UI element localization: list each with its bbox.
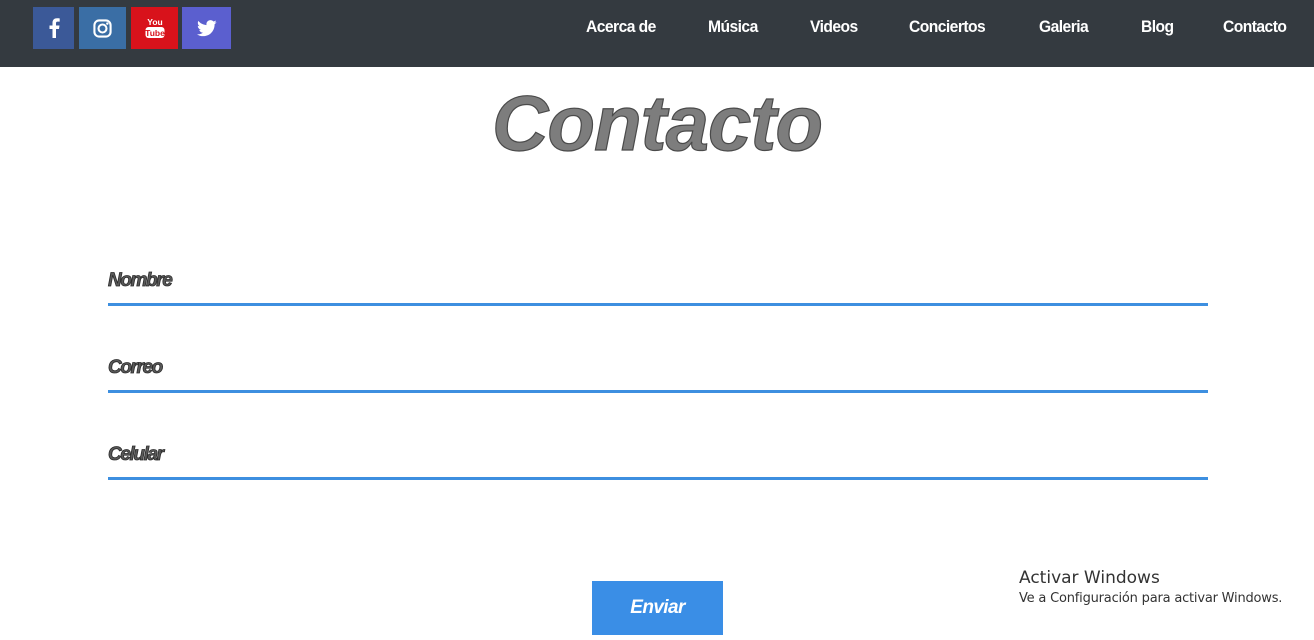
svg-text:You: You [147,17,162,27]
nav-item-conciertos[interactable]: Conciertos [909,16,986,38]
top-navbar: You Tube Acerca de Música Videos Concier… [0,0,1314,67]
activation-title: Activar Windows [1019,568,1160,588]
nav-item-musica[interactable]: Música [708,16,758,38]
nav-item-contacto[interactable]: Contacto [1223,16,1287,38]
phone-field-underline [108,477,1208,480]
twitter-link[interactable] [182,7,231,49]
windows-activation-watermark: Activar Windows Ve a Configuración para … [1019,567,1282,608]
email-field: Correo [108,356,1208,400]
facebook-icon [49,18,60,38]
submit-button[interactable]: Enviar [592,581,723,635]
phone-field: Celular [108,443,1208,487]
youtube-link[interactable]: You Tube [131,7,178,49]
nav-item-acerca-de[interactable]: Acerca de [586,16,656,38]
nav-item-blog[interactable]: Blog [1141,16,1174,38]
facebook-link[interactable] [33,7,74,49]
email-field-underline [108,390,1208,393]
email-input[interactable] [108,356,1208,388]
name-input[interactable] [108,269,1208,301]
phone-input[interactable] [108,443,1208,475]
instagram-icon [93,18,112,38]
name-field-underline [108,303,1208,306]
svg-text:Tube: Tube [145,28,165,38]
nav-item-videos[interactable]: Videos [810,16,858,38]
name-field: Nombre [108,269,1208,313]
nav-item-galeria[interactable]: Galeria [1039,16,1089,38]
youtube-icon: You Tube [145,17,165,38]
activation-subtitle: Ve a Configuración para activar Windows. [1019,591,1283,606]
twitter-icon [196,19,217,36]
page-title: Contacto [491,78,823,167]
instagram-link[interactable] [79,7,126,49]
